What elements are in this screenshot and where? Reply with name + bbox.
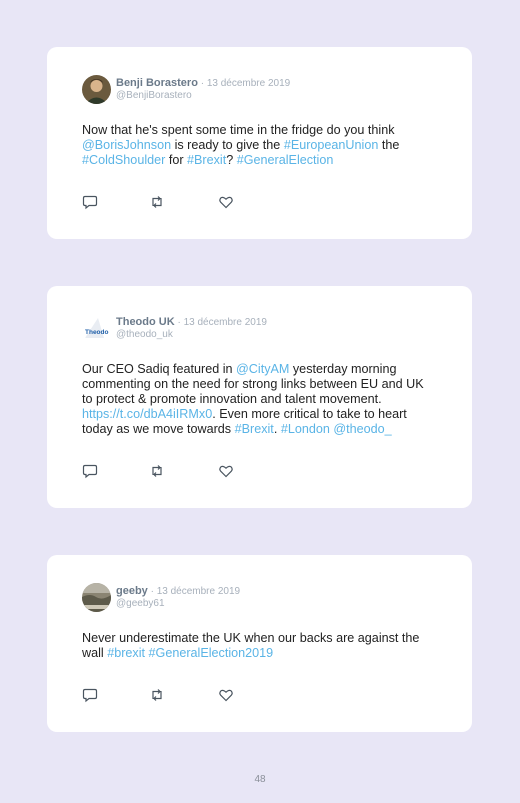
author-handle[interactable]: @theodo_uk <box>116 329 173 340</box>
mention-link[interactable]: @CityAM <box>236 362 289 376</box>
tweet-text: Never underestimate the UK when our back… <box>82 631 437 661</box>
reply-icon[interactable] <box>82 194 98 210</box>
hashtag-link[interactable]: #Brexit <box>235 422 274 436</box>
author-name[interactable]: Theodo UK <box>116 316 175 328</box>
hashtag-link[interactable]: #London <box>281 422 330 436</box>
author-handle[interactable]: @geeby61 <box>116 598 165 609</box>
tweet-date[interactable]: 13 décembre 2019 <box>157 586 240 597</box>
avatar[interactable] <box>82 583 111 612</box>
tweet-text: Now that he's spent some time in the fri… <box>82 123 437 168</box>
reply-icon[interactable] <box>82 687 98 703</box>
retweet-icon[interactable] <box>149 194 165 210</box>
hashtag-link[interactable]: #GeneralElection2019 <box>149 646 274 660</box>
mention-link[interactable]: @theodo_ <box>333 422 391 436</box>
author-name[interactable]: geeby <box>116 585 148 597</box>
tweet-date[interactable]: 13 décembre 2019 <box>184 317 267 328</box>
author-handle[interactable]: @BenjiBorastero <box>116 90 192 101</box>
author-name[interactable]: Benji Borastero <box>116 77 198 89</box>
tweet-text-segment: Now that he's spent some time in the fri… <box>82 123 395 137</box>
tweet-text-segment: Our CEO Sadiq featured in <box>82 362 237 376</box>
separator: · <box>197 78 207 89</box>
tweet-text-segment: . <box>273 422 281 436</box>
tweet-card: Benji Borastero · 13 décembre 2019 @Benj… <box>47 47 472 239</box>
separator: · <box>174 317 184 328</box>
tweet-text-segment: ? <box>226 153 237 167</box>
retweet-icon[interactable] <box>149 463 165 479</box>
tweet-date[interactable]: 13 décembre 2019 <box>207 78 290 89</box>
hashtag-link[interactable]: #EuropeanUnion <box>284 138 379 152</box>
tweet-card: geeby · 13 décembre 2019 @geeby61 Never … <box>47 555 472 732</box>
tweet-card: Theodo Theodo UK · 13 décembre 2019 @the… <box>47 286 472 508</box>
hashtag-link[interactable]: #GeneralElection <box>237 153 334 167</box>
page-number: 48 <box>254 774 266 785</box>
separator: · <box>147 586 157 597</box>
like-icon[interactable] <box>218 687 234 703</box>
url-link[interactable]: https://t.co/dbA4iIRMx0 <box>82 407 212 421</box>
reply-icon[interactable] <box>82 463 98 479</box>
tweet-text-segment: the <box>378 138 400 152</box>
theodo-logo-text: Theodo <box>85 329 108 336</box>
hashtag-link[interactable]: #brexit <box>107 646 145 660</box>
like-icon[interactable] <box>218 194 234 210</box>
tweet-text-segment: for <box>165 153 188 167</box>
mention-link[interactable]: @BorisJohnson <box>82 138 171 152</box>
hashtag-link[interactable]: #Brexit <box>187 153 226 167</box>
retweet-icon[interactable] <box>149 687 165 703</box>
hashtag-link[interactable]: #ColdShoulder <box>82 153 165 167</box>
like-icon[interactable] <box>218 463 234 479</box>
avatar[interactable]: Theodo <box>82 314 111 343</box>
tweet-text-segment: is ready to give the <box>171 138 284 152</box>
avatar[interactable] <box>82 75 111 104</box>
tweet-text: Our CEO Sadiq featured in @CityAM yester… <box>82 362 437 437</box>
